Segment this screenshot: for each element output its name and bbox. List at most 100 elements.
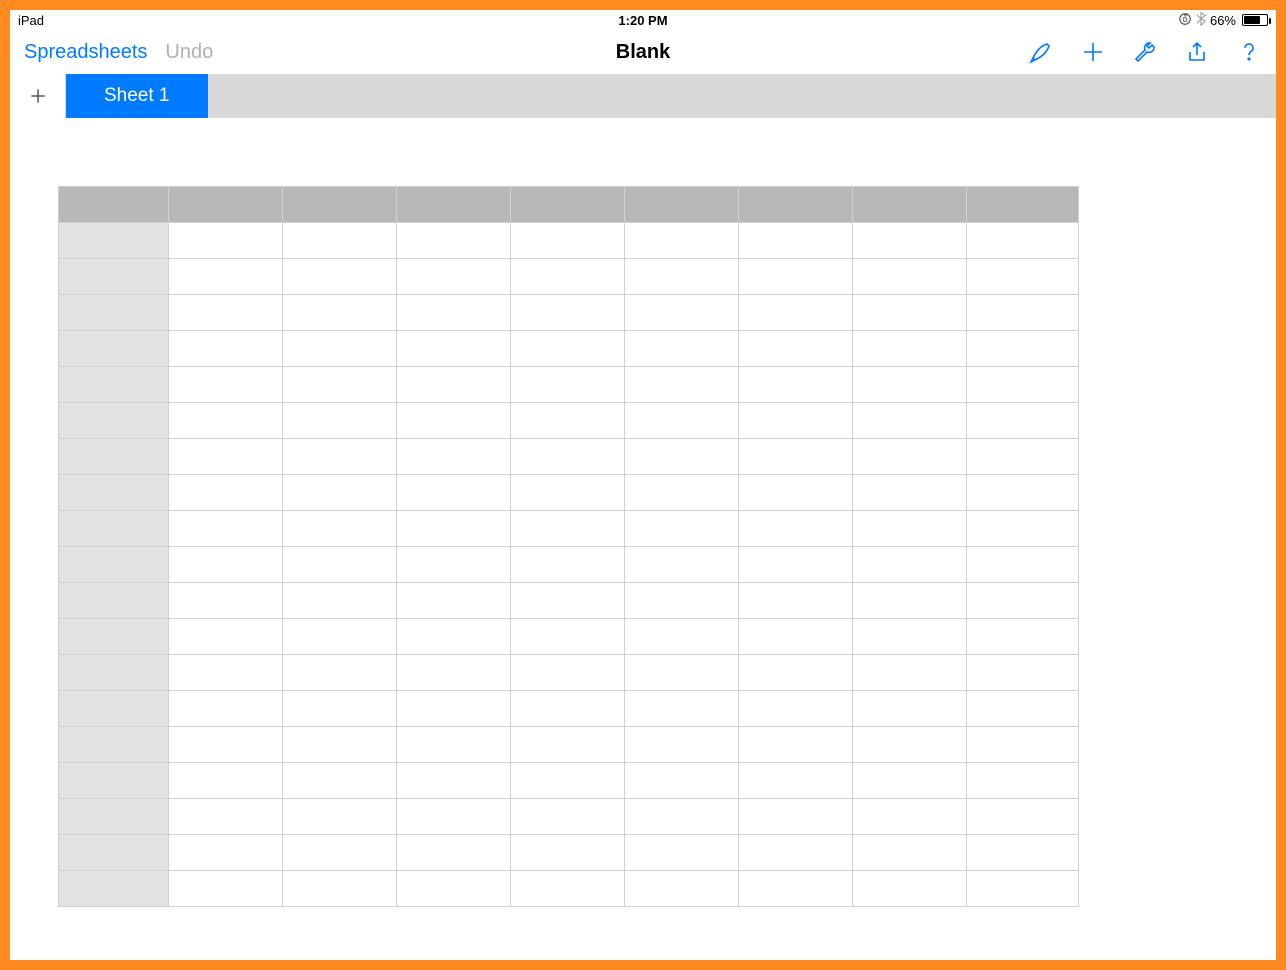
cell[interactable] <box>397 511 511 547</box>
cell[interactable] <box>169 763 283 799</box>
cell[interactable] <box>283 295 397 331</box>
cell[interactable] <box>169 691 283 727</box>
cell[interactable] <box>511 475 625 511</box>
cell[interactable] <box>169 871 283 907</box>
cell[interactable] <box>853 835 967 871</box>
cell[interactable] <box>397 727 511 763</box>
cell[interactable] <box>169 655 283 691</box>
cell[interactable] <box>169 223 283 259</box>
cell[interactable] <box>739 331 853 367</box>
cell[interactable] <box>283 583 397 619</box>
undo-button[interactable]: Undo <box>165 41 213 64</box>
table-row[interactable] <box>59 223 1079 259</box>
row-header[interactable] <box>59 439 169 475</box>
cell[interactable] <box>625 691 739 727</box>
cell[interactable] <box>511 655 625 691</box>
column-header-row[interactable] <box>59 187 1079 223</box>
cell[interactable] <box>511 403 625 439</box>
table-row[interactable] <box>59 403 1079 439</box>
cell[interactable] <box>283 835 397 871</box>
table-row[interactable] <box>59 655 1079 691</box>
cell[interactable] <box>397 655 511 691</box>
cell[interactable] <box>967 475 1079 511</box>
cell[interactable] <box>397 691 511 727</box>
cell[interactable] <box>397 835 511 871</box>
cell[interactable] <box>511 439 625 475</box>
cell[interactable] <box>283 439 397 475</box>
cell[interactable] <box>283 475 397 511</box>
cell[interactable] <box>397 619 511 655</box>
row-header[interactable] <box>59 547 169 583</box>
cell[interactable] <box>169 727 283 763</box>
cell[interactable] <box>169 259 283 295</box>
row-header[interactable] <box>59 511 169 547</box>
cell[interactable] <box>511 295 625 331</box>
cell[interactable] <box>967 367 1079 403</box>
cell[interactable] <box>625 583 739 619</box>
cell[interactable] <box>511 727 625 763</box>
sheet-tab-active[interactable]: Sheet 1 <box>66 74 208 118</box>
cell[interactable] <box>739 547 853 583</box>
cell[interactable] <box>625 475 739 511</box>
cell[interactable] <box>169 799 283 835</box>
cell[interactable] <box>853 223 967 259</box>
add-icon[interactable] <box>1080 39 1106 65</box>
table-row[interactable] <box>59 439 1079 475</box>
cell[interactable] <box>511 799 625 835</box>
cell[interactable] <box>853 295 967 331</box>
cell[interactable] <box>625 511 739 547</box>
cell[interactable] <box>283 763 397 799</box>
cell[interactable] <box>967 259 1079 295</box>
cell[interactable] <box>397 583 511 619</box>
cell[interactable] <box>853 259 967 295</box>
cell[interactable] <box>739 403 853 439</box>
cell[interactable] <box>967 331 1079 367</box>
cell[interactable] <box>967 511 1079 547</box>
cell[interactable] <box>739 691 853 727</box>
table-row[interactable] <box>59 331 1079 367</box>
cell[interactable] <box>625 655 739 691</box>
cell[interactable] <box>625 295 739 331</box>
table-row[interactable] <box>59 547 1079 583</box>
row-header[interactable] <box>59 691 169 727</box>
table-row[interactable] <box>59 799 1079 835</box>
cell[interactable] <box>739 619 853 655</box>
cell[interactable] <box>397 799 511 835</box>
cell[interactable] <box>967 619 1079 655</box>
cell[interactable] <box>853 763 967 799</box>
row-header[interactable] <box>59 727 169 763</box>
cell[interactable] <box>739 835 853 871</box>
table-row[interactable] <box>59 367 1079 403</box>
table-row[interactable] <box>59 763 1079 799</box>
cell[interactable] <box>625 403 739 439</box>
table-row[interactable] <box>59 727 1079 763</box>
row-header[interactable] <box>59 655 169 691</box>
cell[interactable] <box>967 223 1079 259</box>
cell[interactable] <box>511 871 625 907</box>
cell[interactable] <box>625 367 739 403</box>
cell[interactable] <box>853 439 967 475</box>
cell[interactable] <box>625 439 739 475</box>
cell[interactable] <box>967 871 1079 907</box>
cell[interactable] <box>397 331 511 367</box>
cell[interactable] <box>739 475 853 511</box>
cell[interactable] <box>511 367 625 403</box>
cell[interactable] <box>739 439 853 475</box>
cell[interactable] <box>169 583 283 619</box>
cell[interactable] <box>169 295 283 331</box>
cell[interactable] <box>625 727 739 763</box>
row-header[interactable] <box>59 619 169 655</box>
cell[interactable] <box>283 367 397 403</box>
cell[interactable] <box>511 835 625 871</box>
row-header[interactable] <box>59 583 169 619</box>
cell[interactable] <box>169 835 283 871</box>
cell[interactable] <box>511 619 625 655</box>
cell[interactable] <box>739 871 853 907</box>
cell[interactable] <box>739 655 853 691</box>
cell[interactable] <box>853 367 967 403</box>
cell[interactable] <box>625 763 739 799</box>
cell[interactable] <box>967 691 1079 727</box>
cell[interactable] <box>739 259 853 295</box>
cell[interactable] <box>283 259 397 295</box>
back-button[interactable]: Spreadsheets <box>24 41 147 64</box>
